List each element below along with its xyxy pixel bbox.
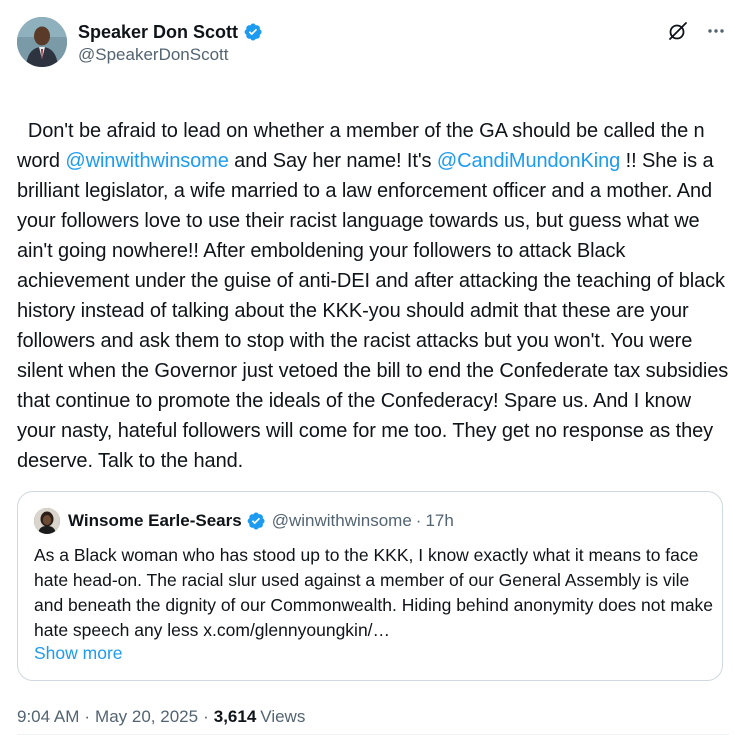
tweet-meta: 9:04 AM · May 20, 2025 · 3,614 Views — [17, 707, 305, 727]
verified-badge-icon — [246, 511, 266, 531]
author-name-block: Speaker Don Scott @SpeakerDonScott — [78, 21, 263, 65]
quoted-author-name[interactable]: Winsome Earle-Sears — [68, 511, 242, 531]
grok-icon[interactable] — [667, 20, 689, 42]
separator-dot: · — [203, 707, 209, 726]
tweet-date[interactable]: May 20, 2025 — [95, 707, 198, 727]
author-avatar[interactable] — [17, 17, 67, 67]
separator-dot: · — [415, 511, 422, 530]
mention-link[interactable]: @CandiMundonKing — [437, 150, 620, 172]
quoted-tweet-header: Winsome Earle-Sears @winwithwinsome · 17… — [34, 508, 454, 534]
tweet-time[interactable]: 9:04 AM — [17, 707, 79, 727]
show-more-link[interactable]: Show more — [34, 643, 123, 664]
quoted-tweet-text: As a Black woman who has stood up to the… — [34, 545, 714, 640]
views-count[interactable]: 3,614 — [214, 707, 257, 727]
more-icon[interactable] — [705, 20, 727, 42]
author-display-name[interactable]: Speaker Don Scott — [78, 22, 238, 43]
author-handle[interactable]: @SpeakerDonScott — [78, 45, 263, 65]
quoted-author-avatar[interactable] — [34, 508, 60, 534]
verified-badge-icon[interactable] — [243, 22, 263, 42]
separator-dot: · — [84, 707, 91, 726]
tweet-header: Speaker Don Scott @SpeakerDonScott — [17, 17, 729, 69]
quoted-tweet-time[interactable]: 17h — [425, 511, 453, 531]
quoted-author-handle[interactable]: @winwithwinsome — [272, 511, 412, 531]
tweet-text-part: and Say her name! It's — [228, 150, 437, 172]
tweet-text-part: !! She is a brilliant legislator, a wife… — [17, 150, 734, 472]
mention-link[interactable]: @winwithwinsome — [65, 150, 228, 172]
tweet-text: Don't be afraid to lead on whether a mem… — [17, 86, 729, 476]
quoted-tweet-card[interactable]: Winsome Earle-Sears @winwithwinsome · 17… — [17, 491, 723, 681]
views-label: Views — [260, 707, 306, 726]
